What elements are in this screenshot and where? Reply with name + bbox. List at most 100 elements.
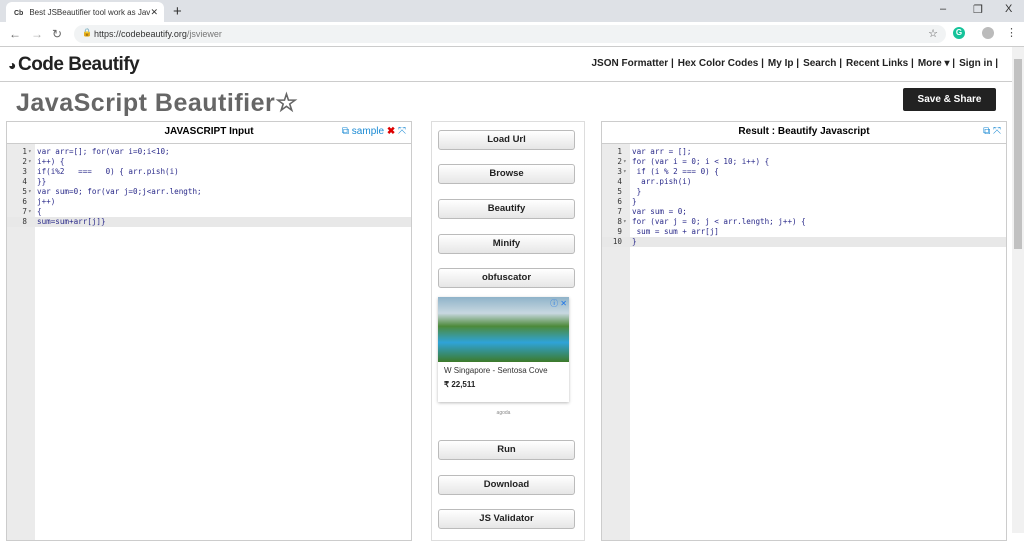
maximize-button[interactable]: ❐ [973,3,983,16]
download-button[interactable]: Download [438,475,575,495]
page-scrollbar[interactable] [1012,47,1024,533]
browser-tab[interactable]: Cb Best JSBeautifier tool work as Jav ✕ [6,2,164,22]
fullscreen-icon[interactable]: ⤧ [993,126,1001,137]
obfuscator-button[interactable]: obfuscator [438,268,575,288]
beautify-button[interactable]: Beautify [438,199,575,219]
clear-icon[interactable]: ✖ [387,126,395,137]
sample-link[interactable]: sample [352,126,384,137]
nav-link[interactable]: My Ip | [768,58,799,69]
code-line: 10} [602,237,1006,247]
ad-info-close-icon[interactable]: ⓘ ✕ [550,298,567,309]
page-title: JavaScript Beautifier☆ [16,89,299,117]
site-logo[interactable]: ◕ Code Beautify [8,54,140,76]
fold-icon[interactable]: ▾ [28,147,32,157]
close-window-button[interactable]: X [1005,3,1012,15]
code-line: 6 j++) [7,197,411,207]
code-line: 1 var arr = []; [602,147,1006,157]
code-line: 9 sum = sum + arr[j] [602,227,1006,237]
fold-icon[interactable]: ▾ [28,157,32,167]
scrollbar-thumb[interactable] [1014,59,1022,249]
nav-link[interactable]: More ▾ | [918,58,955,69]
copy-icon[interactable]: ⧉ [342,126,349,137]
line-code: }} [37,177,47,186]
new-tab-button[interactable]: + [173,3,182,20]
lock-icon: 🔒 [82,28,92,37]
line-number: 10 [612,237,622,246]
copy-icon[interactable]: ⧉ [983,126,990,137]
input-editor[interactable]: 1 ▾ var arr=[]; for(var i=0;i<10; 2 ▾ i++) {3… [7,147,411,227]
reload-icon[interactable]: ↻ [52,27,62,41]
fold-icon[interactable]: ▾ [623,167,627,177]
output-editor[interactable]: 1 var arr = []; 2 ▾ for (var i = 0; i < 10; … [602,147,1006,247]
browser-menu-icon[interactable]: ⋮ [1006,26,1017,39]
nav-link[interactable]: JSON Formatter | [592,58,674,69]
close-tab-icon[interactable]: ✕ [150,7,158,18]
url-host: https://codebeautify.org [94,29,187,39]
line-code: var sum = 0; [632,207,687,216]
bookmark-star-icon[interactable]: ☆ [928,27,938,40]
code-line: 4}} [7,177,411,187]
action-column: Load Url Browse Beautify Minify obfuscat… [431,121,585,541]
browse-button[interactable]: Browse [438,164,575,184]
output-panel-header: Result : Beautify Javascript ⧉ ⤧ [602,122,1006,144]
line-number: 1 [22,147,27,156]
line-code: if(i%2 === 0) { arr.pish(i) [37,167,179,176]
line-code: i++) { [37,157,65,166]
line-number: 7 [617,207,622,216]
code-line: 5 } [602,187,1006,197]
input-panel: JAVASCRIPT Input ⧉ sample ✖ ⤧ 1 ▾ var arr=… [6,121,412,541]
line-number: 9 [617,227,622,236]
favicon: Cb [14,10,24,17]
logo-icon: ◕ [8,57,16,73]
line-number: 4 [617,177,622,186]
nav-link[interactable]: Search | [803,58,842,69]
tab-title: Best JSBeautifier tool work as Jav [29,8,151,17]
line-code: { [37,207,42,216]
load-url-button[interactable]: Load Url [438,130,575,150]
forward-icon[interactable]: → [31,27,43,41]
code-line: 5 ▾ var sum=0; for(var j=0;j<arr.length; [7,187,411,197]
fold-icon[interactable]: ▾ [28,187,32,197]
profile-avatar[interactable] [982,27,994,39]
url-path: /jsviewer [186,29,222,39]
code-line: 8 ▾ for (var j = 0; j < arr.length; j++) { [602,217,1006,227]
fullscreen-icon[interactable]: ⤧ [398,126,406,137]
nav-link[interactable]: Sign in | [959,58,998,69]
input-panel-header: JAVASCRIPT Input ⧉ sample ✖ ⤧ [7,122,411,144]
run-button[interactable]: Run [438,440,575,460]
line-code: var arr = []; [632,147,692,156]
output-panel-title: Result : Beautify Javascript [738,126,870,137]
nav-link[interactable]: Hex Color Codes | [678,58,764,69]
grammarly-extension-icon[interactable]: G [953,27,965,39]
minimize-button[interactable]: – [940,3,946,15]
input-panel-title: JAVASCRIPT Input [164,126,254,137]
site-header: ◕ Code Beautify JSON Formatter | Hex Color… [0,47,1012,82]
code-line: 4 arr.pish(i) [602,177,1006,187]
line-code: var sum=0; for(var j=0;j<arr.length; [37,187,202,196]
code-line: 2 ▾ i++) { [7,157,411,167]
code-line: 7 ▾ { [7,207,411,217]
line-number: 5 [22,187,27,196]
fold-icon[interactable]: ▾ [28,207,32,217]
line-code: j++) [37,197,56,206]
nav-link[interactable]: Recent Links | [846,58,914,69]
fold-icon[interactable]: ▾ [623,217,627,227]
code-line: 6} [602,197,1006,207]
fold-icon[interactable]: ▾ [623,157,627,167]
advertisement[interactable]: ⓘ ✕ W Singapore - Sentosa Cove ₹ 22,511 [438,297,569,402]
line-code: sum = sum + arr[j] [632,227,719,236]
js-validator-button[interactable]: JS Validator [438,509,575,529]
line-number: 2 [22,157,27,166]
line-code: arr.pish(i) [632,177,692,186]
tab-bar: Cb Best JSBeautifier tool work as Jav ✕ + … [0,0,1024,22]
code-line: 2 ▾ for (var i = 0; i < 10; i++) { [602,157,1006,167]
line-number: 6 [617,197,622,206]
line-number: 3 [22,167,27,176]
code-line: 8 sum=sum+arr[j]} [7,217,411,227]
minify-button[interactable]: Minify [438,234,575,254]
back-icon[interactable]: ← [9,27,21,41]
ad-title: W Singapore - Sentosa Cove [444,366,548,375]
save-share-button[interactable]: Save & Share [903,88,996,111]
url-input[interactable]: 🔒 https://codebeautify.org/jsviewer ☆ [74,25,946,43]
code-line: 1 ▾ var arr=[]; for(var i=0;i<10; [7,147,411,157]
